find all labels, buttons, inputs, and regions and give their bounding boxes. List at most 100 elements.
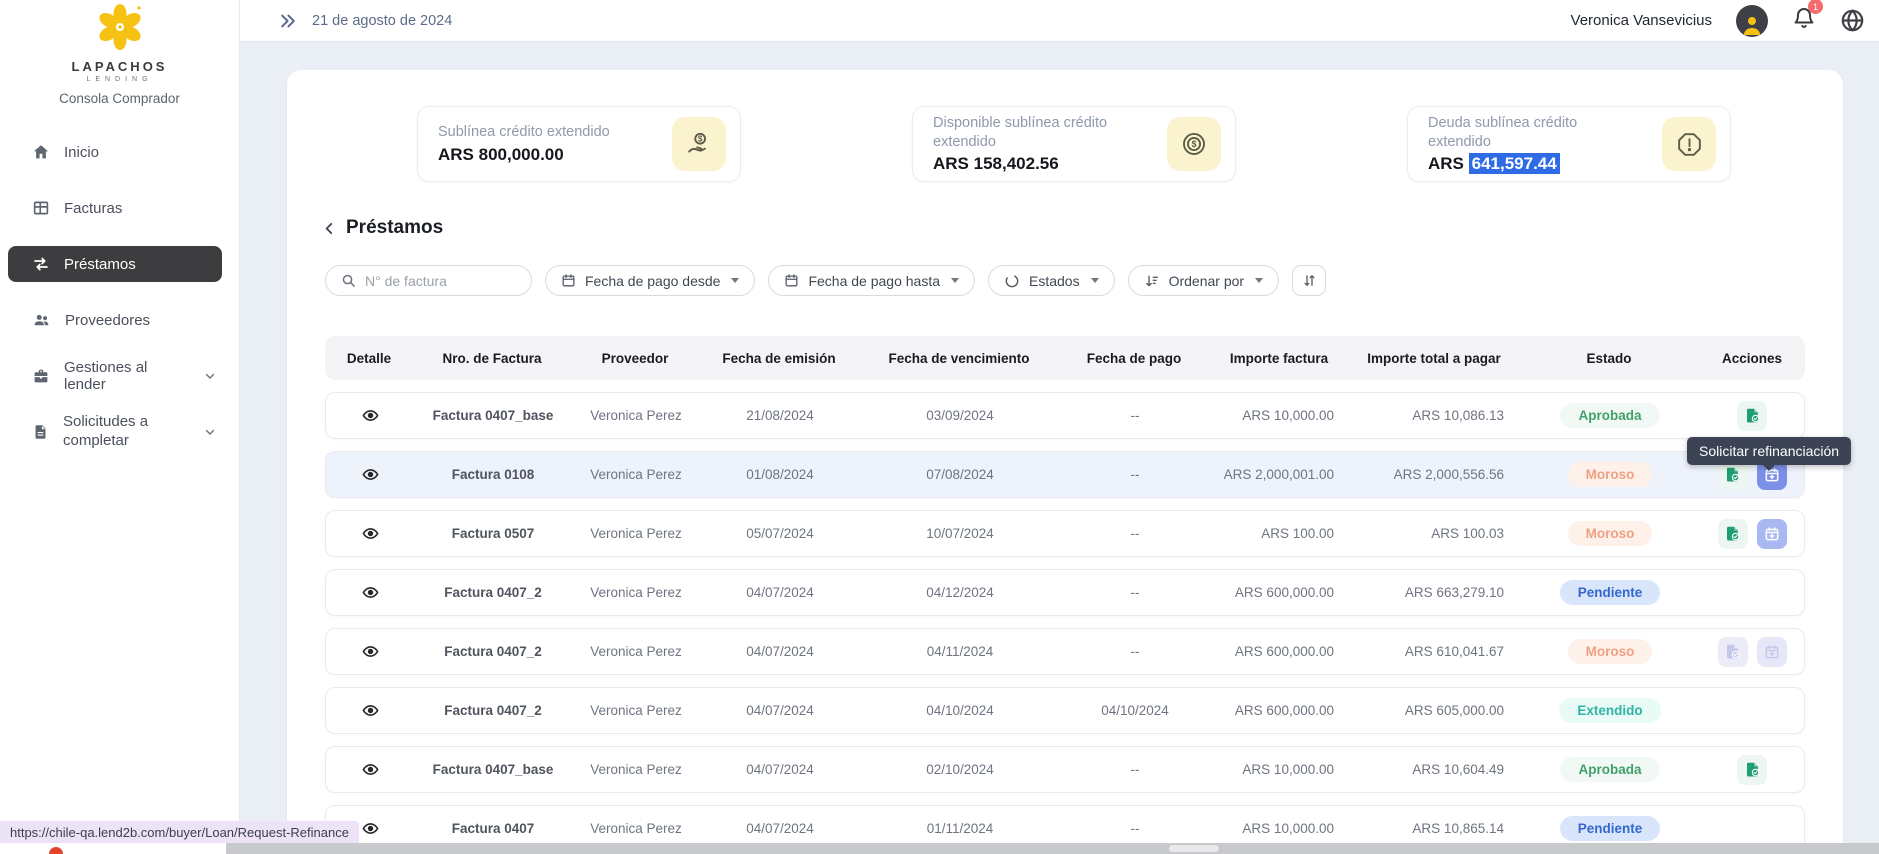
cell-issue-date: 04/07/2024: [700, 629, 860, 674]
search-icon: [341, 273, 356, 288]
expand-sidebar-icon[interactable]: [278, 11, 298, 31]
calendar-icon: [784, 273, 799, 288]
card-value: ARS 158,402.56: [933, 154, 1143, 174]
sidebar-item-label: Proveedores: [65, 312, 150, 329]
column-header: Fecha de emisión: [699, 336, 859, 380]
status-badge: Moroso: [1568, 639, 1653, 664]
cell-total: ARS 2,000,556.56: [1350, 452, 1520, 497]
cell-pay-date: --: [1060, 393, 1210, 438]
sidebar-item-inicio[interactable]: Inicio: [8, 134, 217, 170]
document-icon: [32, 423, 49, 441]
record-indicator: [49, 847, 63, 854]
status-badge: Aprobada: [1560, 403, 1659, 428]
language-globe-button[interactable]: [1840, 8, 1865, 33]
eye-icon: [362, 702, 379, 719]
cell-amount: ARS 2,000,001.00: [1210, 452, 1350, 497]
eye-icon: [362, 525, 379, 542]
invoice-search[interactable]: [325, 265, 532, 296]
avatar[interactable]: [1736, 5, 1768, 37]
cell-due-date: 04/10/2024: [860, 688, 1060, 733]
column-header: Fecha de pago: [1059, 336, 1209, 380]
loan-document-check-icon: [1724, 466, 1741, 483]
table-row[interactable]: Factura 0407_base Veronica Perez 21/08/2…: [325, 392, 1805, 439]
sidebar-item-prestamos[interactable]: Préstamos: [8, 246, 222, 282]
cell-invoice: Factura 0407_base: [414, 747, 572, 792]
notification-badge: 1: [1808, 0, 1823, 14]
table-row[interactable]: Factura 0407_2 Veronica Perez 04/07/2024…: [325, 687, 1805, 734]
loan-document-button[interactable]: [1718, 519, 1748, 549]
loan-document-button[interactable]: [1737, 755, 1767, 785]
table-header: Detalle Nro. de Factura Proveedor Fecha …: [325, 336, 1805, 380]
back-button[interactable]: [321, 220, 338, 237]
table-row[interactable]: Factura 0407_2 Veronica Perez 04/07/2024…: [325, 628, 1805, 675]
status-badge: Aprobada: [1560, 757, 1659, 782]
table-row[interactable]: Factura 0507 Veronica Perez 05/07/2024 1…: [325, 510, 1805, 557]
eye-icon: [362, 761, 379, 778]
states-filter[interactable]: Estados: [988, 265, 1115, 296]
loan-document-button[interactable]: [1737, 401, 1767, 431]
cell-issue-date: 05/07/2024: [700, 511, 860, 556]
svg-text:$: $: [1192, 139, 1197, 149]
order-by-filter[interactable]: Ordenar por: [1128, 265, 1279, 296]
sidebar-item-facturas[interactable]: Facturas: [8, 190, 217, 226]
sidebar-item-solicitudes[interactable]: Solicitudes a completar: [8, 414, 217, 450]
table-row[interactable]: Factura 0407_2 Veronica Perez 04/07/2024…: [325, 569, 1805, 616]
content: Sublínea crédito extendido ARS 800,000.0…: [240, 42, 1879, 854]
providers-people-icon: [32, 311, 51, 329]
date-from-filter[interactable]: Fecha de pago desde: [545, 265, 755, 296]
cell-provider: Veronica Perez: [572, 570, 700, 615]
search-input[interactable]: [365, 273, 515, 289]
eye-icon: [362, 643, 379, 660]
brand-subtitle: LENDING: [0, 76, 239, 83]
cell-due-date: 04/11/2024: [860, 629, 1060, 674]
column-header: Acciones: [1699, 336, 1805, 380]
cell-amount: ARS 600,000.00: [1210, 688, 1350, 733]
status-ring-icon: [1004, 273, 1020, 289]
status-badge: Moroso: [1568, 462, 1653, 487]
statusbar-url: https://chile-qa.lend2b.com/buyer/Loan/R…: [0, 821, 359, 843]
view-detail-button[interactable]: [362, 525, 379, 542]
notifications-button[interactable]: 1: [1792, 6, 1816, 35]
cell-actions: [1700, 747, 1804, 792]
card-disponible-sublinea: Disponible sublínea crédito extendido AR…: [912, 106, 1236, 182]
request-refinance-button[interactable]: [1757, 637, 1787, 667]
cell-actions: [1700, 393, 1804, 438]
filter-label: Fecha de pago desde: [585, 273, 720, 289]
sidebar-item-proveedores[interactable]: Proveedores: [8, 302, 217, 338]
table-row[interactable]: Factura 0407_base Veronica Perez 04/07/2…: [325, 746, 1805, 793]
column-header: Importe factura: [1209, 336, 1349, 380]
scrollbar-thumb[interactable]: [1169, 845, 1219, 852]
sidebar-nav: Inicio Facturas Préstamos Proveedores Ge…: [0, 134, 239, 450]
home-icon: [32, 143, 50, 161]
eye-icon: [362, 466, 379, 483]
lapachos-flower-icon: [95, 2, 145, 52]
view-detail-button[interactable]: [362, 643, 379, 660]
main-area: 21 de agosto de 2024 Veronica Vanseviciu…: [240, 0, 1879, 854]
date-to-filter[interactable]: Fecha de pago hasta: [768, 265, 975, 296]
view-detail-button[interactable]: [362, 407, 379, 424]
caret-down-icon: [1091, 278, 1099, 283]
view-detail-button[interactable]: [362, 702, 379, 719]
calendar-icon: [561, 273, 576, 288]
column-header: Detalle: [325, 336, 413, 380]
view-detail-button[interactable]: [362, 466, 379, 483]
cell-provider: Veronica Perez: [572, 629, 700, 674]
toggle-sort-direction-button[interactable]: [1292, 265, 1326, 296]
chevron-down-icon: [203, 425, 217, 439]
view-detail-button[interactable]: [362, 820, 379, 837]
cell-actions: [1700, 511, 1804, 556]
card-deuda-sublinea: Deuda sublínea crédito extendido ARS 641…: [1407, 106, 1731, 182]
loan-document-button[interactable]: [1718, 637, 1748, 667]
cell-amount: ARS 10,000.00: [1210, 393, 1350, 438]
table-row[interactable]: Factura 0108 Veronica Perez 01/08/2024 0…: [325, 451, 1805, 498]
cell-amount: ARS 10,000.00: [1210, 747, 1350, 792]
request-refinance-button[interactable]: [1757, 519, 1787, 549]
sidebar-item-label: Inicio: [64, 144, 99, 161]
horizontal-scrollbar[interactable]: [226, 843, 1879, 854]
view-detail-button[interactable]: [362, 761, 379, 778]
caret-down-icon: [1255, 278, 1263, 283]
cell-issue-date: 04/07/2024: [700, 747, 860, 792]
cell-issue-date: 01/08/2024: [700, 452, 860, 497]
view-detail-button[interactable]: [362, 584, 379, 601]
sidebar-item-gestiones[interactable]: Gestiones al lender: [8, 358, 217, 394]
